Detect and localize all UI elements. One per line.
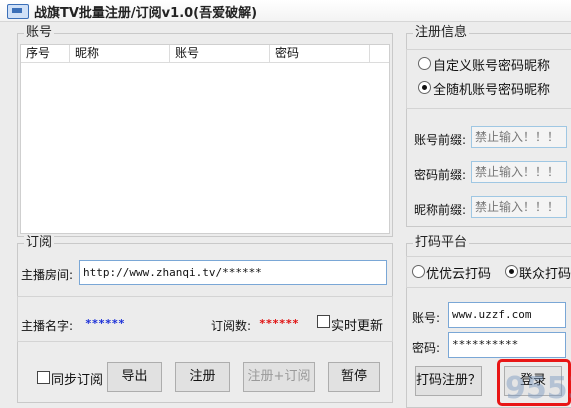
nickname-prefix-input: 禁止输入！！！ <box>471 196 567 218</box>
radio-youyou[interactable] <box>412 265 425 278</box>
window-title: 战旗TV批量注册/订阅v1.0(吾爱破解) <box>34 6 258 21</box>
title-bar: 战旗TV批量注册/订阅v1.0(吾爱破解) <box>0 0 571 22</box>
realtime-update-label[interactable]: 实时更新 <box>331 315 383 334</box>
col-index[interactable]: 序号 <box>21 45 70 62</box>
radio-youyou-label[interactable]: 优优云打码 <box>426 263 491 282</box>
account-prefix-input: 禁止输入！！！ <box>471 126 567 148</box>
sub-count-value: ****** <box>259 317 299 330</box>
accounts-group-title: 账号 <box>24 25 55 41</box>
register-subscribe-button[interactable]: 注册+订阅 <box>243 362 315 392</box>
radio-random-label[interactable]: 全随机账号密码昵称 <box>433 79 550 98</box>
captcha-account-label: 账号: <box>412 311 441 325</box>
radio-lianzhong[interactable] <box>505 265 518 278</box>
sub-count-label: 订阅数: <box>211 319 252 333</box>
captcha-account-input[interactable]: www.uzzf.com <box>448 302 566 328</box>
room-label: 主播房间: <box>21 268 74 282</box>
export-button[interactable]: 导出 <box>107 362 162 392</box>
room-url-input[interactable]: http://www.zhanqi.tv/****** <box>79 260 387 285</box>
radio-custom[interactable] <box>418 57 431 70</box>
password-prefix-label: 密码前缀: <box>414 168 467 182</box>
anchor-name-label: 主播名字: <box>21 319 74 333</box>
realtime-update-checkbox[interactable] <box>317 315 330 328</box>
captcha-group-title: 打码平台 <box>413 235 470 251</box>
password-prefix-input: 禁止输入！！！ <box>471 161 567 183</box>
radio-lianzhong-label[interactable]: 联众打码 <box>519 263 571 282</box>
sync-subscribe-label[interactable]: 同步订阅 <box>51 369 103 388</box>
account-prefix-label: 账号前缀: <box>414 133 467 147</box>
captcha-password-input[interactable]: ********** <box>448 332 566 358</box>
captcha-register-button[interactable]: 打码注册？ <box>415 366 482 396</box>
pause-button[interactable]: 暂停 <box>328 362 380 392</box>
accounts-table[interactable]: 序号 昵称 账号 密码 <box>20 44 390 234</box>
nickname-prefix-label: 昵称前缀: <box>414 203 467 217</box>
anchor-name-value: ****** <box>85 317 125 330</box>
col-nickname[interactable]: 昵称 <box>70 45 170 62</box>
captcha-password-label: 密码: <box>412 341 441 355</box>
radio-custom-label[interactable]: 自定义账号密码昵称 <box>433 55 550 74</box>
col-password[interactable]: 密码 <box>270 45 370 62</box>
table-header: 序号 昵称 账号 密码 <box>21 45 389 63</box>
register-info-title: 注册信息 <box>413 25 470 41</box>
col-account[interactable]: 账号 <box>170 45 270 62</box>
app-icon <box>7 4 29 19</box>
radio-random[interactable] <box>418 81 431 94</box>
subscribe-group-title: 订阅 <box>24 235 55 251</box>
sync-subscribe-checkbox[interactable] <box>37 371 50 384</box>
register-button[interactable]: 注册 <box>175 362 230 392</box>
watermark-logo: 9553 <box>505 371 571 406</box>
